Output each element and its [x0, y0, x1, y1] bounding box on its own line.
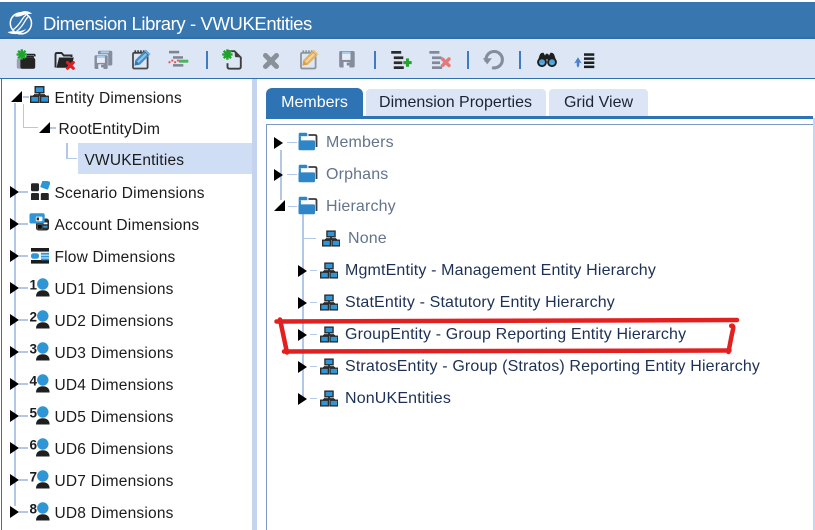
svg-text:7: 7 [29, 470, 37, 485]
svg-text:4: 4 [29, 374, 37, 389]
svg-text:3: 3 [29, 342, 37, 357]
svg-text:2: 2 [29, 310, 37, 325]
svg-text:8: 8 [29, 502, 37, 517]
svg-text:1: 1 [29, 278, 37, 293]
svg-text:6: 6 [29, 438, 37, 453]
svg-text:5: 5 [29, 406, 37, 421]
